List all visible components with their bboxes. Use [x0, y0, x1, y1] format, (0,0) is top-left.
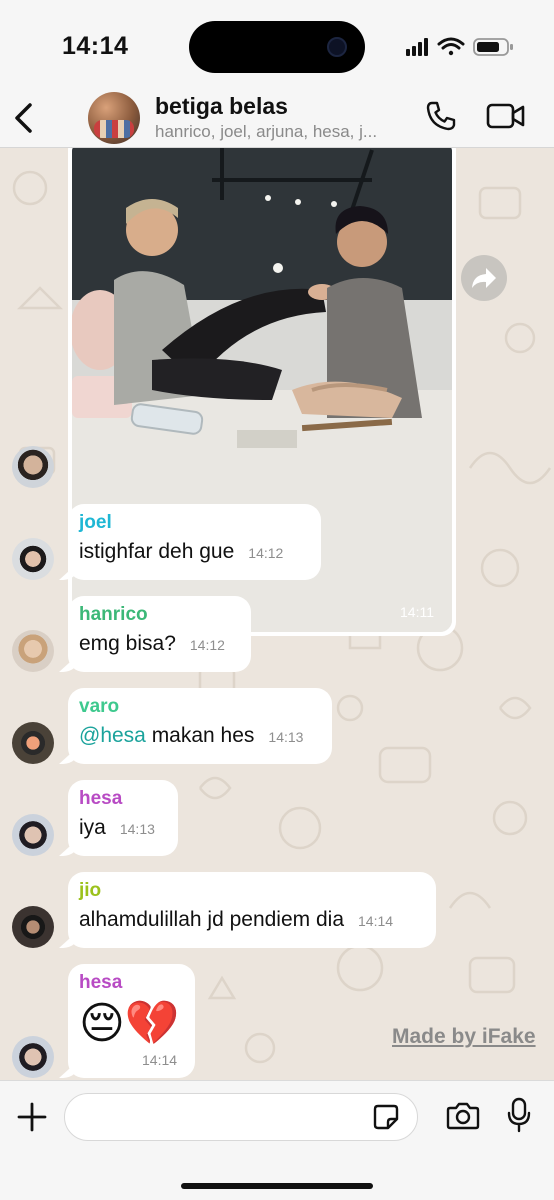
group-members[interactable]: hanrico, joel, arjuna, hesa, j... [155, 122, 405, 142]
message-time: 14:13 [119, 821, 155, 837]
front-camera-icon [327, 37, 347, 57]
message-time: 14:14 [142, 1052, 178, 1068]
plus-icon[interactable] [16, 1101, 48, 1133]
sender-avatar[interactable] [12, 906, 54, 948]
status-bar: 14:14 [0, 0, 554, 90]
mention-link[interactable]: @hesa [79, 724, 146, 747]
message-text: iya [79, 816, 106, 839]
message-bubble[interactable]: hanrico emg bisa? 14:12 [68, 596, 251, 672]
message-time: 14:12 [248, 545, 284, 561]
watermark: Made by iFake [392, 1025, 536, 1048]
sender-name[interactable]: hesa [79, 788, 166, 810]
sender-name[interactable]: hesa [79, 972, 183, 994]
battery-icon [473, 38, 513, 56]
sender-name[interactable]: jio [79, 880, 424, 902]
mic-icon[interactable] [506, 1097, 532, 1133]
sender-name[interactable]: varo [79, 696, 320, 718]
chat-header: betiga belas hanrico, joel, arjuna, hesa… [0, 90, 554, 148]
sender-avatar[interactable] [12, 1036, 54, 1078]
status-time: 14:14 [62, 32, 129, 60]
message-bubble[interactable]: joel istighfar deh gue 14:12 [68, 504, 321, 580]
forward-button[interactable] [461, 255, 507, 301]
group-avatar[interactable] [88, 92, 140, 144]
message-time: 14:12 [189, 637, 225, 653]
back-icon[interactable] [10, 100, 40, 136]
message-text: @hesa makan hes [79, 724, 254, 748]
message-time: 14:13 [268, 729, 304, 745]
image-timestamp: 14:11 [400, 604, 434, 620]
emoji-message: 😔💔 [79, 999, 180, 1048]
group-title[interactable]: betiga belas [155, 93, 288, 120]
video-icon[interactable] [486, 102, 526, 130]
sender-name[interactable]: joel [79, 512, 309, 534]
sender-avatar[interactable] [12, 814, 54, 856]
camera-icon[interactable] [446, 1101, 480, 1131]
message-bubble[interactable]: varo @hesa makan hes 14:13 [68, 688, 332, 764]
signal-icon [406, 38, 428, 56]
dynamic-island [189, 21, 365, 73]
status-icons [406, 37, 513, 56]
message-text: emg bisa? [79, 632, 176, 655]
sender-avatar[interactable] [12, 722, 54, 764]
message-text-rest: makan hes [145, 724, 255, 747]
phone-icon[interactable] [425, 100, 457, 132]
message-bubble[interactable]: hesa iya 14:13 [68, 780, 178, 856]
message-input[interactable] [64, 1093, 418, 1141]
message-time: 14:14 [358, 913, 394, 929]
sender-avatar[interactable] [12, 446, 54, 488]
input-bar [0, 1080, 554, 1200]
chat-area[interactable]: 14:11 joel istighfar deh gue 14:12 hanric… [0, 148, 554, 1080]
sender-name[interactable]: hanrico [79, 604, 239, 626]
forward-icon [472, 268, 496, 288]
message-bubble[interactable]: hesa 😔💔 14:14 [68, 964, 195, 1078]
message-text: alhamdulillah jd pendiem dia [79, 908, 345, 931]
sender-avatar[interactable] [12, 538, 54, 580]
message-bubble[interactable]: jio alhamdulillah jd pendiem dia 14:14 [68, 872, 436, 948]
sticker-icon[interactable] [372, 1103, 400, 1131]
home-indicator[interactable] [181, 1183, 373, 1189]
message-text: istighfar deh gue [79, 540, 235, 563]
sender-avatar[interactable] [12, 630, 54, 672]
wifi-icon [437, 37, 465, 56]
